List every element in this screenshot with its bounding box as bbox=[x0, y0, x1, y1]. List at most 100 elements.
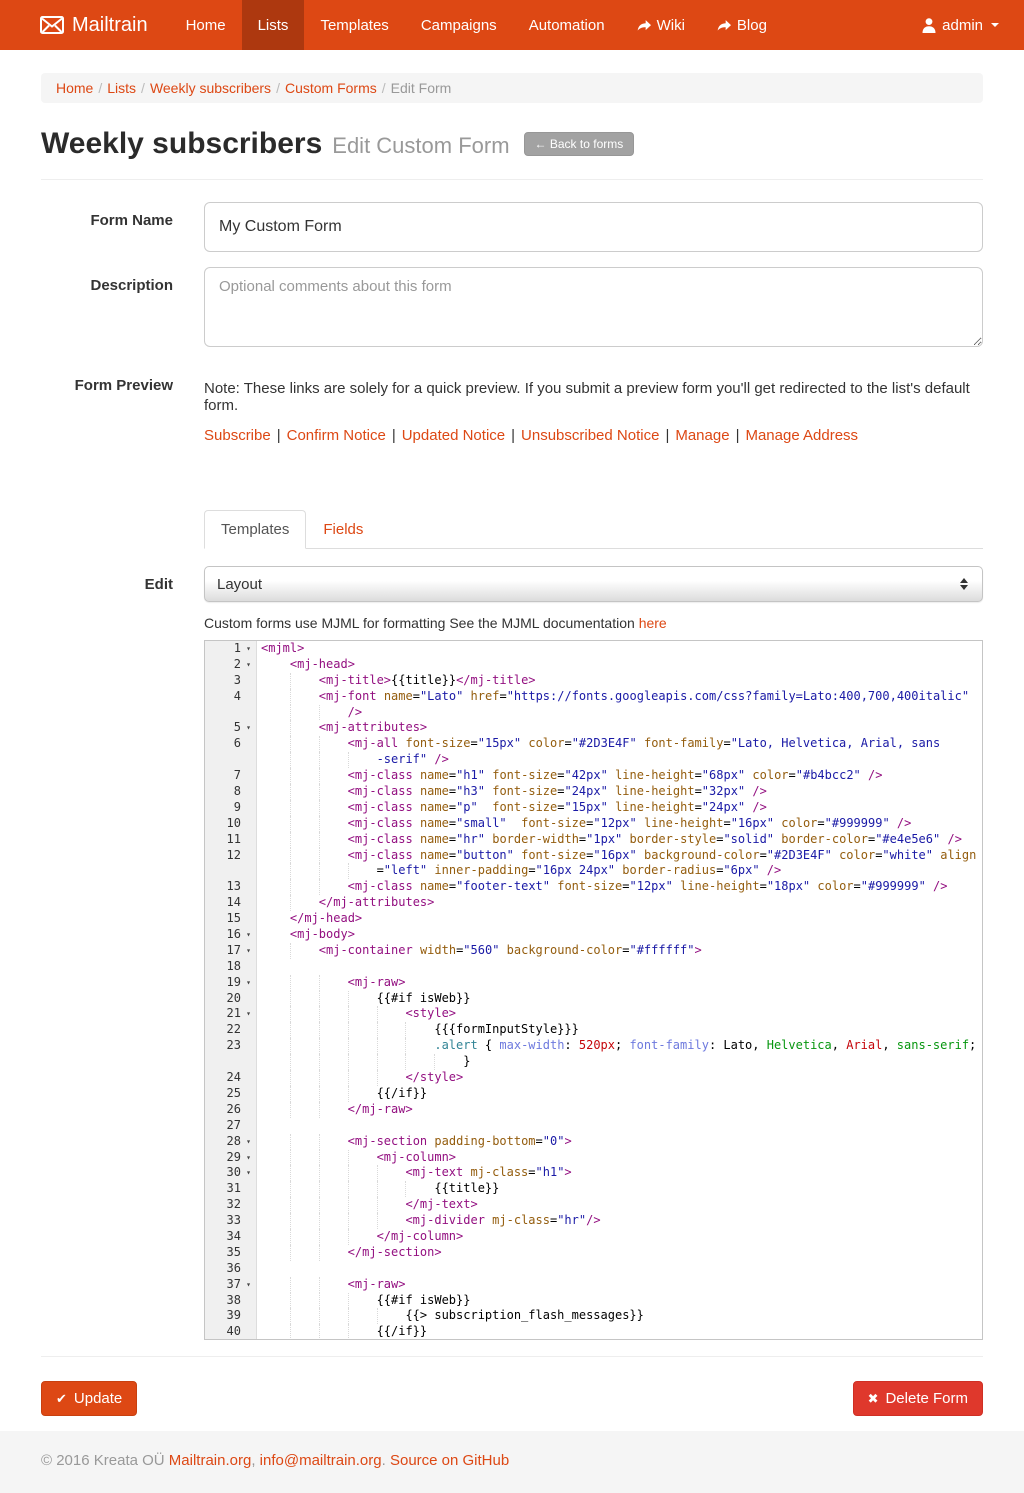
nav-item-lists[interactable]: Lists bbox=[242, 0, 305, 50]
fold-spacer bbox=[241, 1102, 256, 1118]
preview-link-confirm-notice[interactable]: Confirm Notice bbox=[287, 427, 386, 444]
indent-guide bbox=[405, 1038, 434, 1054]
nav-item-automation[interactable]: Automation bbox=[513, 0, 621, 50]
edit-template-select[interactable]: Layout bbox=[204, 566, 983, 602]
preview-link-updated-notice[interactable]: Updated Notice bbox=[402, 427, 505, 444]
check-icon: ✔ bbox=[56, 1391, 67, 1407]
indent-guide bbox=[290, 1086, 319, 1102]
code-token: "hr" bbox=[456, 832, 485, 848]
navbar-brand[interactable]: Mailtrain bbox=[40, 0, 148, 50]
breadcrumb-link-weekly-subscribers[interactable]: Weekly subscribers bbox=[150, 80, 271, 96]
indent-guide bbox=[261, 911, 290, 927]
description-label: Description bbox=[41, 267, 173, 352]
fold-icon[interactable]: ▾ bbox=[241, 657, 256, 673]
indent-guide bbox=[261, 1213, 290, 1229]
preview-link-manage-address[interactable]: Manage Address bbox=[745, 427, 858, 444]
fold-icon[interactable]: ▾ bbox=[241, 1150, 256, 1166]
indent-guide bbox=[348, 1213, 377, 1229]
footer-link-source-on-github[interactable]: Source on GitHub bbox=[390, 1452, 509, 1469]
code-token: "white" bbox=[882, 848, 933, 864]
fold-icon[interactable]: ▾ bbox=[241, 720, 256, 736]
form-name-label: Form Name bbox=[41, 202, 173, 252]
tab-fields[interactable]: Fields bbox=[306, 510, 380, 549]
indent-guide bbox=[261, 1134, 290, 1150]
footer-link-mailtrain-org[interactable]: Mailtrain.org bbox=[169, 1452, 252, 1469]
line-number: 13 bbox=[205, 879, 241, 895]
indent-guide bbox=[261, 1006, 290, 1022]
code-token: </mj-attributes> bbox=[319, 895, 435, 911]
fold-icon[interactable]: ▾ bbox=[241, 1277, 256, 1293]
form-name-input[interactable] bbox=[204, 202, 983, 252]
fold-icon[interactable]: ▾ bbox=[241, 1006, 256, 1022]
footer-link-info-mailtrain-org[interactable]: info@mailtrain.org bbox=[260, 1452, 382, 1469]
nav-item-campaigns[interactable]: Campaigns bbox=[405, 0, 513, 50]
fold-icon[interactable]: ▾ bbox=[241, 1134, 256, 1150]
preview-link-unsubscribed-notice[interactable]: Unsubscribed Notice bbox=[521, 427, 659, 444]
indent-guide bbox=[319, 784, 348, 800]
breadcrumb-current: Edit Form bbox=[391, 80, 452, 96]
nav-item-wiki[interactable]: Wiki bbox=[621, 0, 701, 50]
code-content: <mj-head> bbox=[257, 657, 355, 673]
user-name: admin bbox=[942, 17, 983, 34]
code-content: <mjml> bbox=[257, 641, 304, 657]
indent-guide bbox=[319, 816, 348, 832]
tab-templates[interactable]: Templates bbox=[204, 510, 306, 549]
indent-guide bbox=[319, 1006, 348, 1022]
code-token: <mj-title> bbox=[319, 673, 391, 689]
select-caret-icon bbox=[960, 578, 970, 590]
indent-guide bbox=[348, 1054, 377, 1070]
fold-icon[interactable]: ▾ bbox=[241, 1165, 256, 1181]
nav-item-templates[interactable]: Templates bbox=[304, 0, 404, 50]
code-token bbox=[933, 848, 940, 864]
code-token: {{> subscription_flash_messages}} bbox=[405, 1308, 643, 1324]
code-token: = bbox=[449, 832, 456, 848]
gutter-cell: 24 bbox=[205, 1070, 257, 1086]
fold-icon[interactable]: ▾ bbox=[241, 641, 256, 657]
delete-form-button[interactable]: ✖ Delete Form bbox=[853, 1381, 983, 1416]
update-button[interactable]: ✔ Update bbox=[41, 1381, 137, 1416]
code-line: 3<mj-title>{{title}}</mj-title> bbox=[205, 673, 982, 689]
fold-icon[interactable]: ▾ bbox=[241, 927, 256, 943]
code-token: name bbox=[420, 879, 449, 895]
code-editor[interactable]: 1▾<mjml>2▾<mj-head>3<mj-title>{{title}}<… bbox=[204, 640, 983, 1340]
preview-link-manage[interactable]: Manage bbox=[675, 427, 729, 444]
code-token: .alert bbox=[434, 1038, 477, 1054]
code-token: color bbox=[781, 816, 817, 832]
line-number: 34 bbox=[205, 1229, 241, 1245]
fold-icon[interactable]: ▾ bbox=[241, 975, 256, 991]
code-token: /> bbox=[752, 784, 766, 800]
nav-item-blog[interactable]: Blog bbox=[701, 0, 783, 50]
code-token bbox=[427, 863, 434, 879]
breadcrumb-link-custom-forms[interactable]: Custom Forms bbox=[285, 80, 377, 96]
indent-guide bbox=[405, 1054, 434, 1070]
mjml-doc-link[interactable]: here bbox=[639, 615, 667, 631]
breadcrumb-separator: / bbox=[276, 80, 280, 96]
user-menu[interactable]: admin bbox=[922, 0, 999, 50]
line-number: 18 bbox=[205, 959, 241, 975]
indent-guide bbox=[290, 1277, 319, 1293]
line-number: 5 bbox=[205, 720, 241, 736]
breadcrumb-link-home[interactable]: Home bbox=[56, 80, 93, 96]
back-to-forms-button[interactable]: ← Back to forms bbox=[524, 132, 635, 156]
preview-link-subscribe[interactable]: Subscribe bbox=[204, 427, 271, 444]
nav-item-home[interactable]: Home bbox=[170, 0, 242, 50]
code-token bbox=[521, 736, 528, 752]
fold-icon[interactable]: ▾ bbox=[241, 943, 256, 959]
fold-spacer bbox=[241, 1308, 256, 1324]
indent-guide bbox=[261, 927, 290, 943]
code-content: {{title}} bbox=[257, 1181, 499, 1197]
line-number: 1 bbox=[205, 641, 241, 657]
code-line: 39{{> subscription_flash_messages}} bbox=[205, 1308, 982, 1324]
code-line: 19▾<mj-raw> bbox=[205, 975, 982, 991]
code-token: = bbox=[449, 879, 456, 895]
fold-spacer bbox=[241, 705, 256, 721]
preview-note: Note: These links are solely for a quick… bbox=[204, 377, 983, 414]
indent-guide bbox=[377, 1054, 406, 1070]
code-content: <mj-class name="button" font-size="16px"… bbox=[257, 848, 976, 864]
code-token: /> bbox=[586, 1213, 600, 1229]
indent-guide bbox=[319, 1229, 348, 1245]
x-icon: ✖ bbox=[868, 1391, 879, 1407]
line-number: 27 bbox=[205, 1118, 241, 1134]
breadcrumb-link-lists[interactable]: Lists bbox=[107, 80, 136, 96]
description-textarea[interactable] bbox=[204, 267, 983, 347]
